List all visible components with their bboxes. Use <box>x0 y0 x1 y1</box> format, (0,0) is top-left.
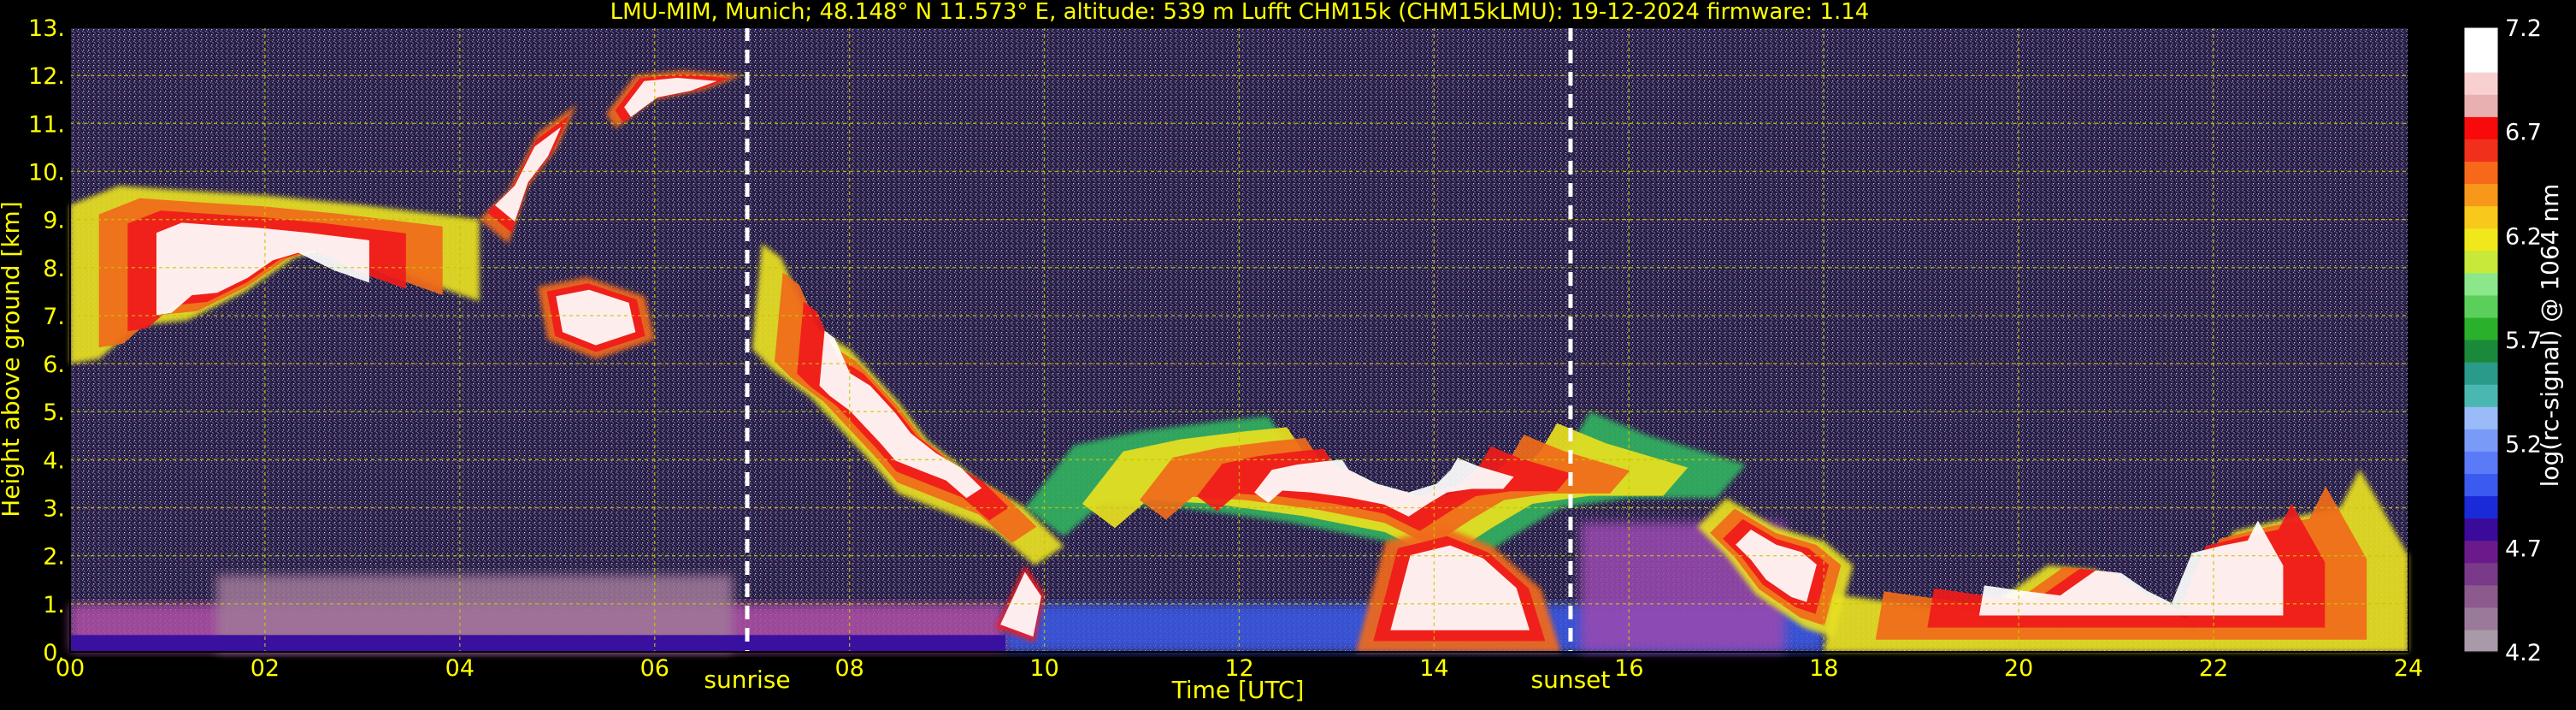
y-tick-label: 8. <box>43 256 65 282</box>
colorbar-segment <box>2464 406 2498 429</box>
colorbar-segment <box>2464 72 2498 95</box>
x-tick-label: 20 <box>2004 655 2033 682</box>
chart-title: LMU-MIM, Munich; 48.148° N 11.573° E, al… <box>610 0 1870 25</box>
colorbar-label: log(rc-signal) @ 1064 nm <box>2536 184 2564 488</box>
chart-svg: LMU-MIM, Munich; 48.148° N 11.573° E, al… <box>0 0 2564 704</box>
y-tick-label: 2. <box>43 544 65 571</box>
colorbar-segment <box>2464 473 2498 497</box>
x-tick-label: 08 <box>834 655 864 682</box>
x-tick-label: 16 <box>1614 655 1643 682</box>
colorbar-segment <box>2464 183 2498 207</box>
ceilometer-chart: LMU-MIM, Munich; 48.148° N 11.573° E, al… <box>0 0 2576 707</box>
colorbar-tick-label: 7.2 <box>2505 15 2542 42</box>
x-tick-label: 10 <box>1029 655 1058 682</box>
x-tick-label: 06 <box>640 655 669 682</box>
x-tick-label: 04 <box>445 655 475 682</box>
plot-area: sunrise sunset00 02 04 06 08 10 12 14 16 18 20 22 240… <box>28 15 2423 694</box>
y-tick-label: 12. <box>28 63 65 90</box>
colorbar: 4.24.75.25.76.26.77.2 <box>2463 15 2542 666</box>
colorbar-segment <box>2464 228 2498 251</box>
colorbar-segment <box>2464 606 2498 630</box>
colorbar-segment <box>2464 340 2498 363</box>
colorbar-segment <box>2464 116 2498 139</box>
colorbar-segment <box>2464 294 2498 318</box>
y-tick-label: 6. <box>43 352 65 378</box>
y-tick-label: 10. <box>28 159 65 186</box>
colorbar-segment <box>2464 50 2498 73</box>
y-tick-label: 9. <box>43 208 65 234</box>
aerosol-ground-layer <box>70 635 1005 652</box>
y-tick-label: 5. <box>43 399 65 426</box>
colorbar-tick-label: 6.7 <box>2505 120 2542 146</box>
colorbar-segment <box>2464 429 2498 452</box>
colorbar-segment <box>2464 451 2498 475</box>
marker-label-sunset: sunset <box>1531 666 1611 694</box>
y-tick-label: 11. <box>28 111 65 138</box>
x-tick-label: 24 <box>2394 655 2423 682</box>
colorbar-segment <box>2464 205 2498 229</box>
colorbar-segment <box>2464 384 2498 407</box>
colorbar-segment <box>2464 272 2498 296</box>
plot-background <box>70 27 2408 652</box>
y-axis-label: Height above ground [km] <box>0 201 25 518</box>
x-tick-label: 18 <box>1809 655 1838 682</box>
y-tick-label: 13. <box>28 15 65 42</box>
x-tick-label: 14 <box>1419 655 1448 682</box>
y-tick-label: 4. <box>43 447 65 474</box>
colorbar-segment <box>2464 94 2498 117</box>
colorbar-segment <box>2464 540 2498 564</box>
y-tick-label: 1. <box>43 592 65 618</box>
colorbar-tick-label: 4.2 <box>2505 640 2542 666</box>
x-tick-label: 02 <box>251 655 280 682</box>
colorbar-segment <box>2464 362 2498 385</box>
y-tick-label: 7. <box>43 304 65 330</box>
colorbar-segment <box>2464 629 2498 653</box>
colorbar-segment <box>2464 518 2498 541</box>
y-tick-label: 0. <box>43 640 65 666</box>
colorbar-segment <box>2464 562 2498 586</box>
colorbar-segment <box>2464 317 2498 340</box>
colorbar-segment <box>2464 495 2498 519</box>
colorbar-segment <box>2464 161 2498 185</box>
x-axis-label: Time [UTC] <box>1171 676 1305 704</box>
colorbar-segment <box>2464 584 2498 608</box>
x-tick-label: 22 <box>2199 655 2228 682</box>
colorbar-tick-label: 4.7 <box>2505 535 2542 562</box>
colorbar-segment <box>2464 139 2498 163</box>
y-tick-label: 3. <box>43 496 65 523</box>
marker-label-sunrise: sunrise <box>704 666 790 694</box>
colorbar-segment <box>2464 27 2498 50</box>
colorbar-segment <box>2464 250 2498 274</box>
